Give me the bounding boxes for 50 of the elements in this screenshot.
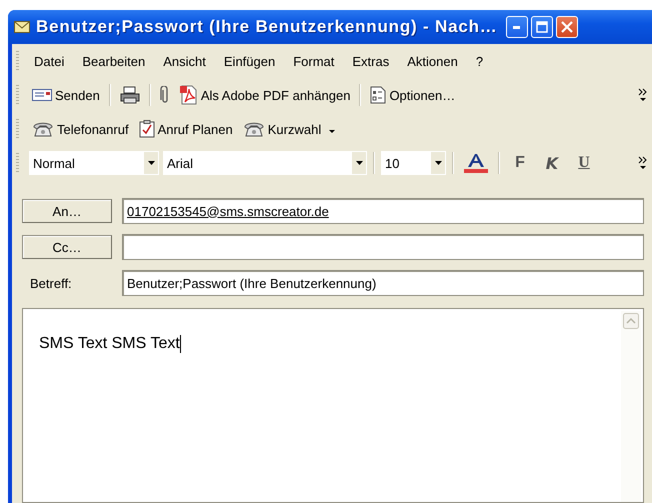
toolbar-button[interactable]: Kurzwahl bbox=[240, 118, 324, 140]
scrollbar[interactable] bbox=[621, 311, 641, 502]
font-size-dropdown[interactable]: 10 bbox=[381, 151, 446, 175]
dropdown-arrow-icon[interactable] bbox=[434, 161, 442, 165]
options-document-icon bbox=[370, 86, 386, 104]
window-title: Benutzer;Passwort (Ihre Benutzerkennung) - Nach… bbox=[36, 17, 498, 37]
toolbar-button[interactable]: Optionen… bbox=[367, 84, 458, 106]
chevron-icon[interactable] bbox=[638, 156, 648, 170]
address-field[interactable] bbox=[122, 234, 644, 260]
subject-label: Betreff: bbox=[29, 276, 73, 290]
toolbar-button[interactable]: Anruf Planen bbox=[136, 118, 236, 140]
telephone-icon bbox=[242, 120, 265, 138]
menu-item[interactable]: Bearbeiten bbox=[73, 52, 154, 70]
dropdown-arrow-icon[interactable] bbox=[356, 161, 362, 165]
minimize-icon bbox=[513, 26, 520, 28]
minimize-button[interactable] bbox=[506, 16, 528, 38]
dropdown-arrow-icon[interactable] bbox=[148, 161, 154, 165]
toolbar-button[interactable]: Senden bbox=[29, 86, 103, 104]
menu-item[interactable]: Datei bbox=[25, 52, 74, 70]
menu-item[interactable]: Format bbox=[284, 52, 344, 70]
format-button[interactable]: K bbox=[538, 152, 566, 174]
format-button[interactable]: F bbox=[506, 152, 534, 174]
clipboard-check-icon bbox=[138, 120, 155, 138]
chevron-icon[interactable] bbox=[638, 88, 648, 102]
message-body[interactable]: SMS Text SMS Text bbox=[22, 308, 644, 503]
paperclip-icon bbox=[160, 86, 170, 104]
close-button[interactable] bbox=[556, 16, 578, 38]
close-icon bbox=[560, 21, 573, 33]
format-button[interactable]: U bbox=[570, 152, 598, 174]
menu-item[interactable]: Ansicht bbox=[154, 52, 215, 70]
menu-item[interactable]: Extras bbox=[343, 52, 398, 70]
subject-field[interactable]: Benutzer;Passwort (Ihre Benutzerkennung) bbox=[122, 270, 644, 296]
toolbar-button[interactable]: Als Adobe PDF anhängen bbox=[176, 83, 354, 107]
font-dropdown[interactable]: Arial bbox=[163, 151, 367, 175]
font-color-icon bbox=[463, 153, 489, 173]
printer-icon bbox=[120, 86, 140, 104]
toolbar-button[interactable]: Telefonanruf bbox=[29, 118, 132, 140]
maximize-icon bbox=[536, 21, 548, 33]
address-button[interactable]: Cc… bbox=[22, 235, 112, 259]
menu-item[interactable]: Einfügen bbox=[214, 52, 284, 70]
style-dropdown[interactable]: Normal bbox=[29, 151, 159, 175]
envelope-icon bbox=[14, 21, 30, 33]
pdf-document-icon bbox=[180, 85, 198, 105]
telephone-icon bbox=[32, 120, 54, 138]
address-button[interactable]: An… bbox=[22, 199, 112, 223]
maximize-button[interactable] bbox=[530, 16, 553, 38]
menu-item[interactable]: Aktionen bbox=[398, 52, 467, 70]
envelope-icon bbox=[32, 88, 52, 102]
address-field[interactable]: 01702153545@sms.smscreator.de bbox=[122, 198, 644, 224]
menu-item[interactable]: ? bbox=[466, 52, 492, 70]
